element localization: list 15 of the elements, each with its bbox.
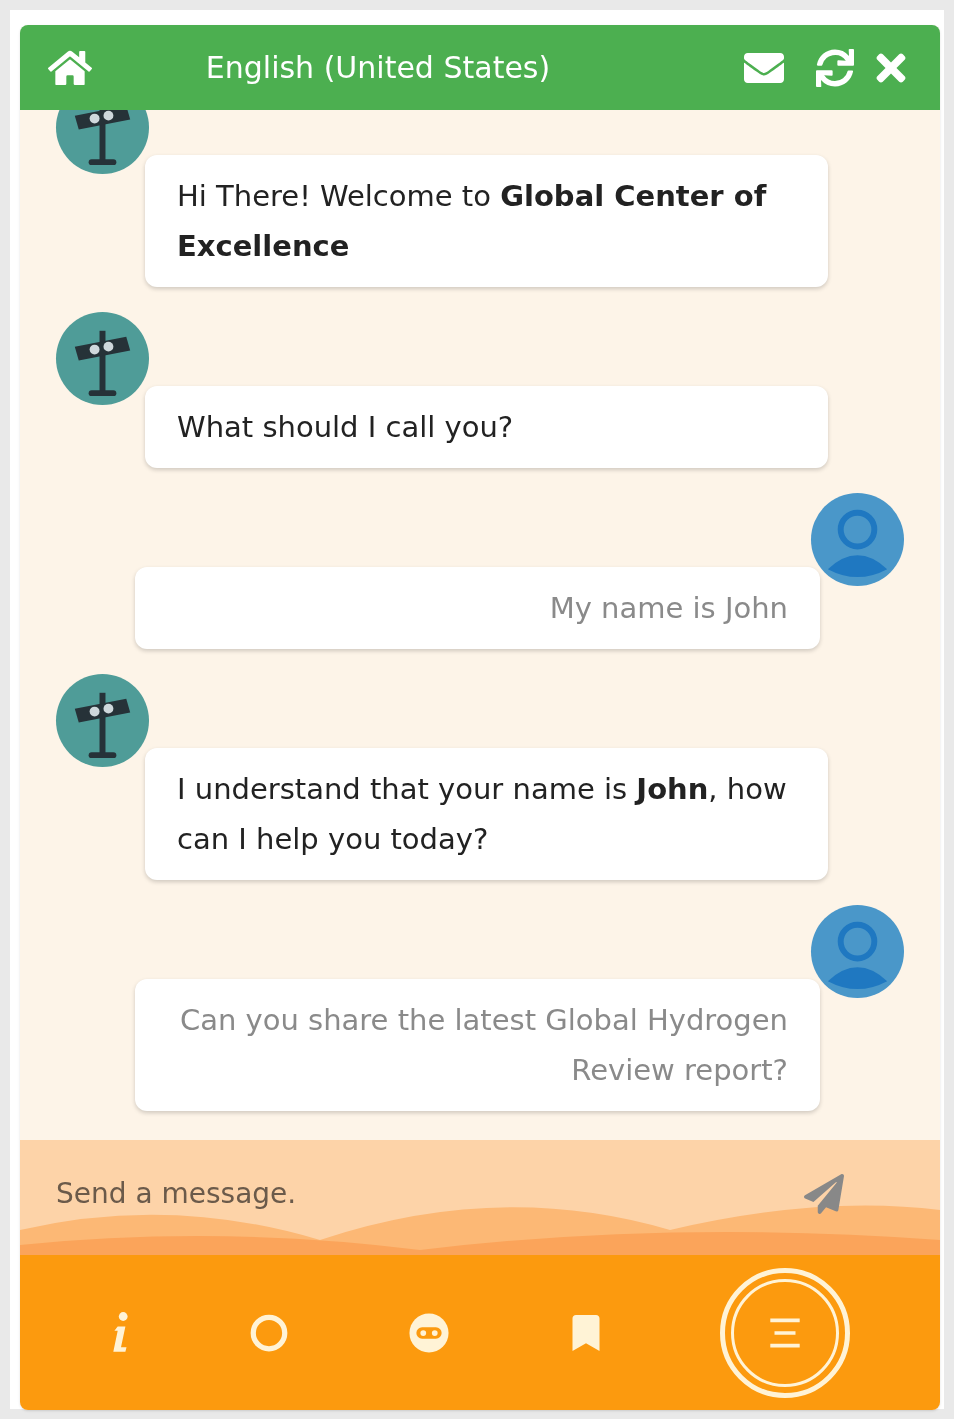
send-button[interactable]	[804, 1173, 844, 1214]
bot-message-bubble: Hi There! Welcome to Global Center of Excellence	[145, 155, 828, 287]
user-message-bubble: Can you share the latest Global Hydrogen Review report?	[135, 979, 820, 1111]
menu-button[interactable]	[720, 1267, 850, 1398]
user-avatar-icon	[810, 904, 905, 999]
message-input[interactable]: Send a message.	[56, 1172, 804, 1215]
signpost-avatar-icon	[55, 311, 150, 406]
user-avatar-icon	[810, 492, 905, 587]
bot-message-bubble: I understand that your name is John, how can I help you today?	[145, 748, 828, 880]
user-message-bubble: My name is John	[135, 567, 820, 649]
message-field[interactable]: Send a message.	[20, 1140, 940, 1255]
signpost-avatar-icon	[55, 673, 150, 768]
bot-message-bubble: What should I call you?	[145, 386, 828, 468]
language-title: English (United States)	[204, 49, 552, 87]
refresh-button[interactable]	[816, 48, 854, 87]
